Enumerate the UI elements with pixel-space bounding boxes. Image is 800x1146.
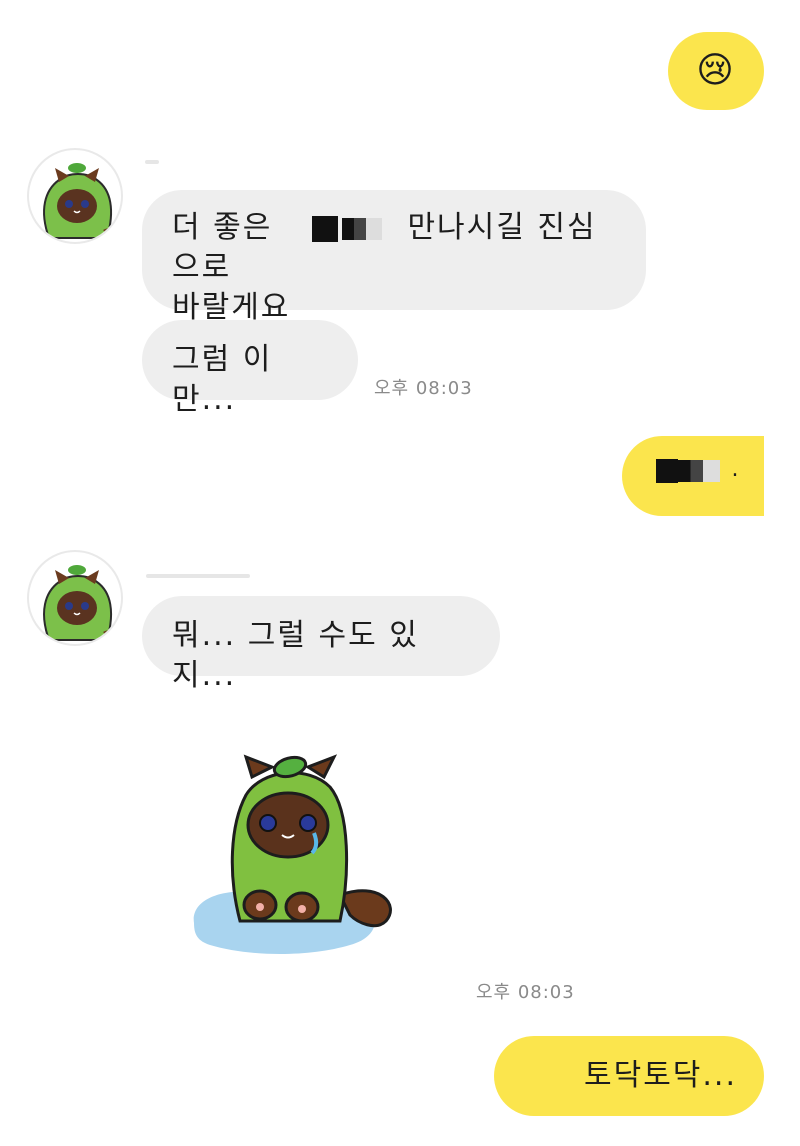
message-text: 그럼 이만... (172, 342, 273, 417)
sender-avatar[interactable] (27, 550, 123, 646)
outgoing-message-bubble[interactable]: . (622, 436, 764, 516)
incoming-message-bubble[interactable]: 그럼 이만... (142, 320, 358, 417)
cat-avatar-icon (43, 163, 117, 240)
outgoing-emoji-bubble[interactable]: 😢 (668, 32, 764, 110)
incoming-message-bubble[interactable]: 더 좋은 만나시길 진심으로 바랄게요 (142, 190, 646, 325)
crying-cat-sticker-icon (193, 754, 392, 954)
sender-avatar[interactable] (27, 148, 123, 244)
redacted-text (656, 458, 678, 483)
message-text: 뭐... 그럴 수도 있지... (172, 618, 419, 693)
timestamp: 오후 08:03 (476, 982, 575, 1003)
message-text: . (731, 457, 741, 482)
redacted-text-blur (678, 459, 720, 482)
sender-name (146, 574, 250, 578)
redacted-name-blur (341, 217, 382, 240)
cat-avatar-icon (43, 565, 117, 642)
crying-face-icon: 😢 (696, 50, 736, 91)
incoming-message-bubble[interactable]: 뭐... 그럴 수도 있지... (142, 596, 500, 693)
timestamp: 오후 08:03 (374, 378, 473, 399)
outgoing-message-bubble[interactable]: 토닥토닥... (494, 1036, 764, 1116)
message-text: 더 좋은 (172, 210, 273, 245)
message-text: 토닥토닥... (584, 1058, 738, 1093)
sender-name (145, 160, 159, 164)
redacted-name (311, 215, 338, 242)
sticker[interactable] (190, 745, 400, 965)
